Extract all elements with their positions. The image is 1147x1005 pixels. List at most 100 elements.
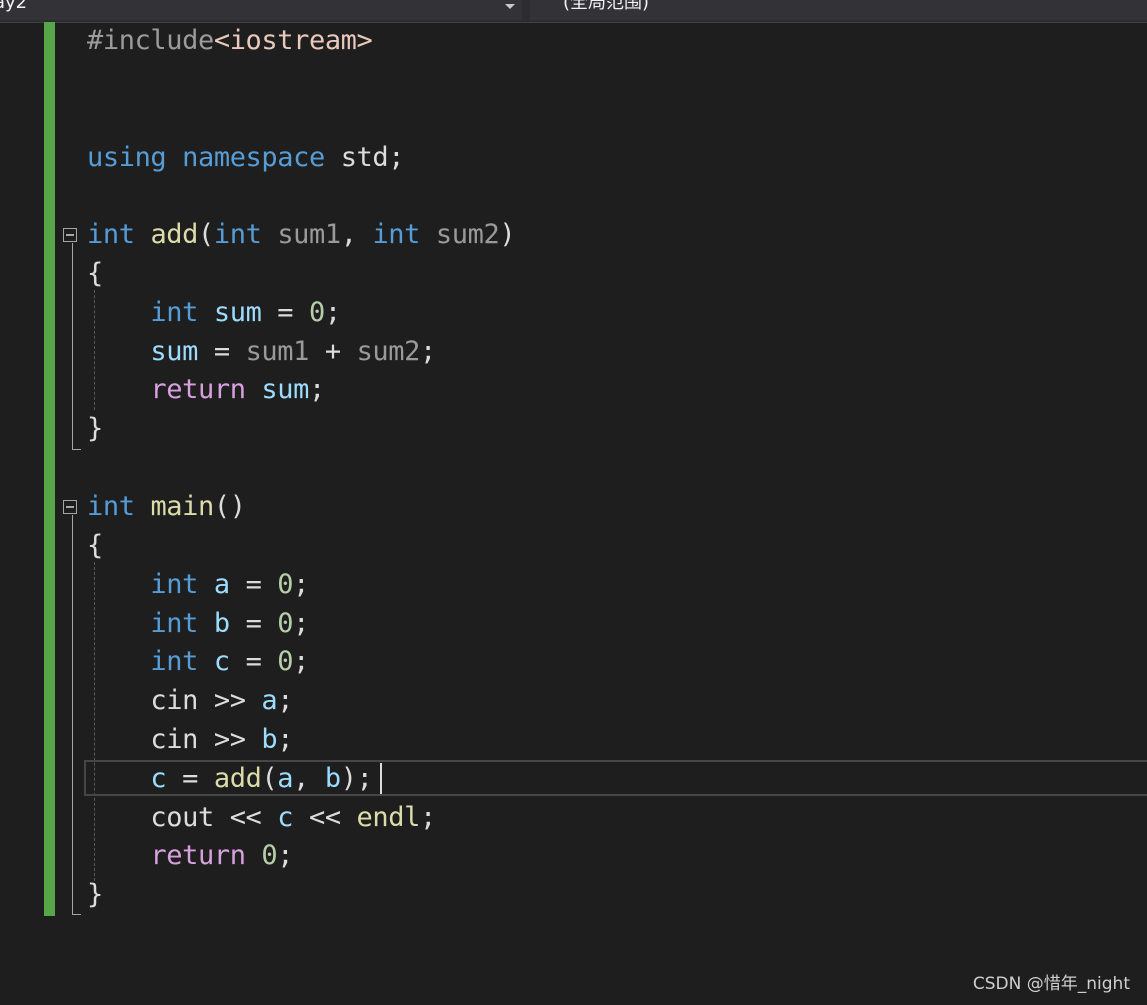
code-token-plain: ) [499, 219, 516, 250]
code-token-local: a [261, 685, 278, 716]
code-token-plain: = [261, 297, 310, 328]
code-line[interactable]: } [87, 412, 103, 446]
code-token-param: sum2 [435, 219, 500, 250]
code-line[interactable]: int add(int sum1, int sum2) [87, 218, 516, 252]
code-token-function: add [213, 763, 262, 794]
code-editor[interactable]: #include<iostream> using namespace std; in… [0, 22, 1147, 1005]
code-line[interactable]: return 0; [87, 839, 293, 873]
code-token-control: return [150, 374, 246, 405]
code-token-keyword: int [87, 219, 135, 250]
code-token-plain: ; [277, 724, 294, 755]
outline-end-main [72, 914, 81, 915]
code-token-local: sum [213, 297, 262, 328]
project-dropdown[interactable]: ay2 [0, 0, 522, 20]
code-line[interactable]: cout << c << endl; [87, 801, 436, 835]
code-line[interactable]: { [87, 529, 103, 563]
code-token-plain: ; [277, 685, 294, 716]
code-line[interactable]: cin >> b; [87, 723, 293, 757]
code-token-keyword: using [87, 142, 167, 173]
code-token-plain: ); [340, 763, 373, 794]
code-token-plain: = [166, 763, 214, 794]
code-token-plain: std; [324, 142, 405, 173]
code-token-local: a [277, 763, 294, 794]
code-line[interactable]: cin >> a; [87, 684, 293, 718]
text-caret [380, 763, 382, 794]
code-token-keyword: int [372, 219, 421, 250]
code-token-function: endl [356, 802, 421, 833]
code-token-plain: ; [293, 608, 310, 639]
chevron-down-icon[interactable] [505, 4, 515, 9]
csdn-watermark: CSDN @惜年_night [972, 974, 1130, 994]
code-line[interactable]: int c = 0; [87, 645, 309, 679]
code-line[interactable]: int main() [87, 490, 246, 524]
code-token-plain: () [213, 491, 246, 522]
code-line[interactable]: { [87, 257, 103, 291]
code-token-number: 0 [277, 608, 294, 639]
code-token-keyword: int [150, 646, 198, 677]
code-token-plain: ; [419, 802, 436, 833]
collapse-add-function-icon[interactable] [63, 228, 77, 242]
code-token-plain: cin >> [87, 685, 262, 716]
code-token-local: b [213, 608, 230, 639]
code-token-plain: ; [324, 297, 341, 328]
code-token-plain: = [229, 608, 278, 639]
outline-line-main [72, 515, 73, 914]
project-dropdown-value: ay2 [0, 0, 28, 13]
code-token-local: c [213, 646, 230, 677]
code-token-function: main [150, 491, 214, 522]
code-token-local: sum [261, 374, 309, 405]
code-line[interactable]: int a = 0; [87, 568, 309, 602]
code-token-plain: ; [293, 646, 310, 677]
code-token-plain: = [229, 569, 278, 600]
code-token-local: sum [150, 336, 198, 367]
code-token-param: sum1 [277, 219, 341, 250]
code-token-string: <iostream> [213, 25, 373, 56]
code-token-plain: ; [277, 840, 294, 871]
code-line[interactable]: using namespace std; [87, 141, 405, 175]
code-token-plain: ( [261, 763, 278, 794]
code-token-preproc: #include [87, 25, 214, 56]
code-token-keyword: int [150, 569, 198, 600]
code-token-local: a [213, 569, 230, 600]
code-line[interactable]: #include<iostream> [87, 24, 373, 58]
code-token-plain: cout << [87, 802, 278, 833]
code-line[interactable]: } [87, 878, 103, 912]
code-token-local: b [261, 724, 278, 755]
code-line[interactable]: int b = 0; [87, 607, 309, 641]
code-token-plain: cin >> [87, 724, 262, 755]
scope-dropdown-value: (全局范围) [563, 0, 650, 13]
outline-end-add [72, 449, 81, 450]
code-token-plain: ; [309, 374, 325, 405]
code-line[interactable]: int sum = 0; [87, 296, 341, 330]
scope-dropdown[interactable]: (全局范围) [530, 0, 1147, 20]
code-line[interactable]: return sum; [87, 373, 325, 407]
code-token-plain: , [340, 219, 373, 250]
code-token-control: return [150, 840, 246, 871]
code-token-plain: ( [198, 219, 214, 250]
code-line[interactable]: sum = sum1 + sum2; [87, 335, 436, 369]
collapse-main-function-icon[interactable] [63, 500, 77, 514]
code-token-plain: << [293, 802, 357, 833]
code-token-number: 0 [309, 297, 325, 328]
code-token-plain: { [87, 530, 103, 561]
code-token-keyword: int [150, 608, 198, 639]
code-token-keyword: int [213, 219, 262, 250]
code-line[interactable]: c = add(a, b); [87, 762, 372, 796]
code-token-plain: = [198, 336, 246, 367]
